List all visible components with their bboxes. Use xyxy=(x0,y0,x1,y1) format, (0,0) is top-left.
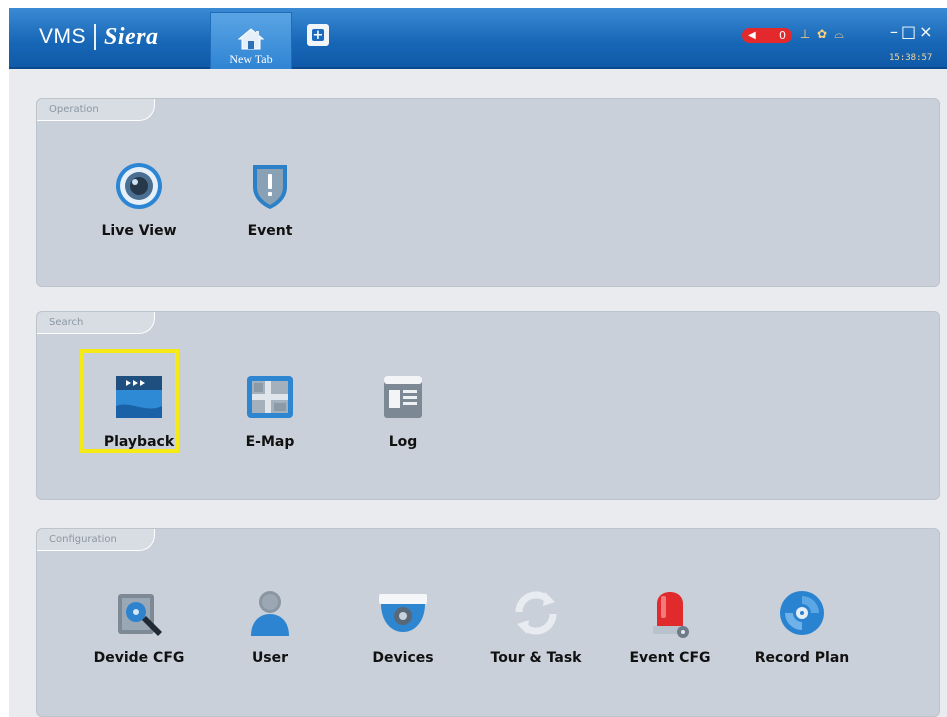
title-bar: VMS Siera New Tab + ◀ 0 ⊥ ✿ ⌓ – □ × 15:3… xyxy=(9,8,947,69)
tab-new-tab[interactable]: New Tab xyxy=(210,12,292,69)
section-operation: Operation Live View Event xyxy=(36,98,940,287)
camera-lens-icon xyxy=(116,163,162,209)
item-label: Devices xyxy=(372,650,434,666)
tab-label: New Tab xyxy=(229,52,273,66)
home-icon xyxy=(238,28,264,50)
item-label: Event xyxy=(247,223,293,239)
minimize-icon[interactable]: – xyxy=(890,22,898,41)
brand-divider xyxy=(94,24,97,50)
playback-highlight-box xyxy=(80,349,179,453)
record-disc-icon xyxy=(780,591,824,635)
shield-alert-icon xyxy=(253,165,287,209)
map-icon xyxy=(247,376,293,418)
alarm-count: 0 xyxy=(779,29,786,42)
item-label: Live View xyxy=(101,223,177,239)
section-title: Operation xyxy=(37,99,155,121)
device-cfg-button[interactable]: Devide CFG xyxy=(84,586,194,676)
item-label: E-Map xyxy=(245,434,295,450)
section-title: Configuration xyxy=(37,529,155,551)
event-button[interactable]: Event xyxy=(215,159,325,249)
header-tools: ⊥ ✿ ⌓ xyxy=(799,27,845,42)
log-button[interactable]: Log xyxy=(348,370,458,460)
devices-button[interactable]: Devices xyxy=(348,586,458,676)
add-tab-button[interactable]: + xyxy=(307,24,329,46)
maximize-icon[interactable]: □ xyxy=(901,22,916,41)
e-map-button[interactable]: E-Map xyxy=(215,370,325,460)
alarm-badge[interactable]: ◀ 0 xyxy=(742,28,792,43)
brand-vms: VMS xyxy=(39,25,87,48)
device-config-icon xyxy=(118,594,162,636)
item-label: Devide CFG xyxy=(93,650,185,666)
event-cfg-button[interactable]: Event CFG xyxy=(615,586,725,676)
refresh-cycle-icon xyxy=(515,591,557,635)
plus-icon: + xyxy=(312,27,324,43)
item-label: Event CFG xyxy=(629,650,711,666)
cloud-icon[interactable]: ⌓ xyxy=(833,27,845,42)
brand-siera: Siera xyxy=(104,23,159,50)
user-button[interactable]: User xyxy=(215,586,325,676)
dome-camera-icon xyxy=(379,594,427,632)
tour-task-button[interactable]: Tour & Task xyxy=(481,586,591,676)
section-title: Search xyxy=(37,312,155,334)
item-label: User xyxy=(251,650,289,666)
user-icon xyxy=(251,591,289,636)
speaker-icon: ◀ xyxy=(748,30,756,41)
alarm-siren-icon xyxy=(653,592,689,638)
user-lock-icon[interactable]: ⊥ xyxy=(799,27,811,42)
clock: 15:38:57 xyxy=(889,53,933,63)
brand-logo: VMS Siera xyxy=(39,22,159,52)
item-label: Record Plan xyxy=(754,650,850,666)
log-document-icon xyxy=(384,376,422,418)
live-view-button[interactable]: Live View xyxy=(84,159,194,249)
item-label: Tour & Task xyxy=(490,650,582,666)
gear-icon[interactable]: ✿ xyxy=(816,27,828,42)
item-label: Log xyxy=(388,434,418,450)
close-icon[interactable]: × xyxy=(919,22,932,41)
section-configuration: Configuration Devide CFG User Devices To… xyxy=(36,528,940,717)
window-controls: – □ × xyxy=(890,22,933,41)
record-plan-button[interactable]: Record Plan xyxy=(747,586,857,676)
